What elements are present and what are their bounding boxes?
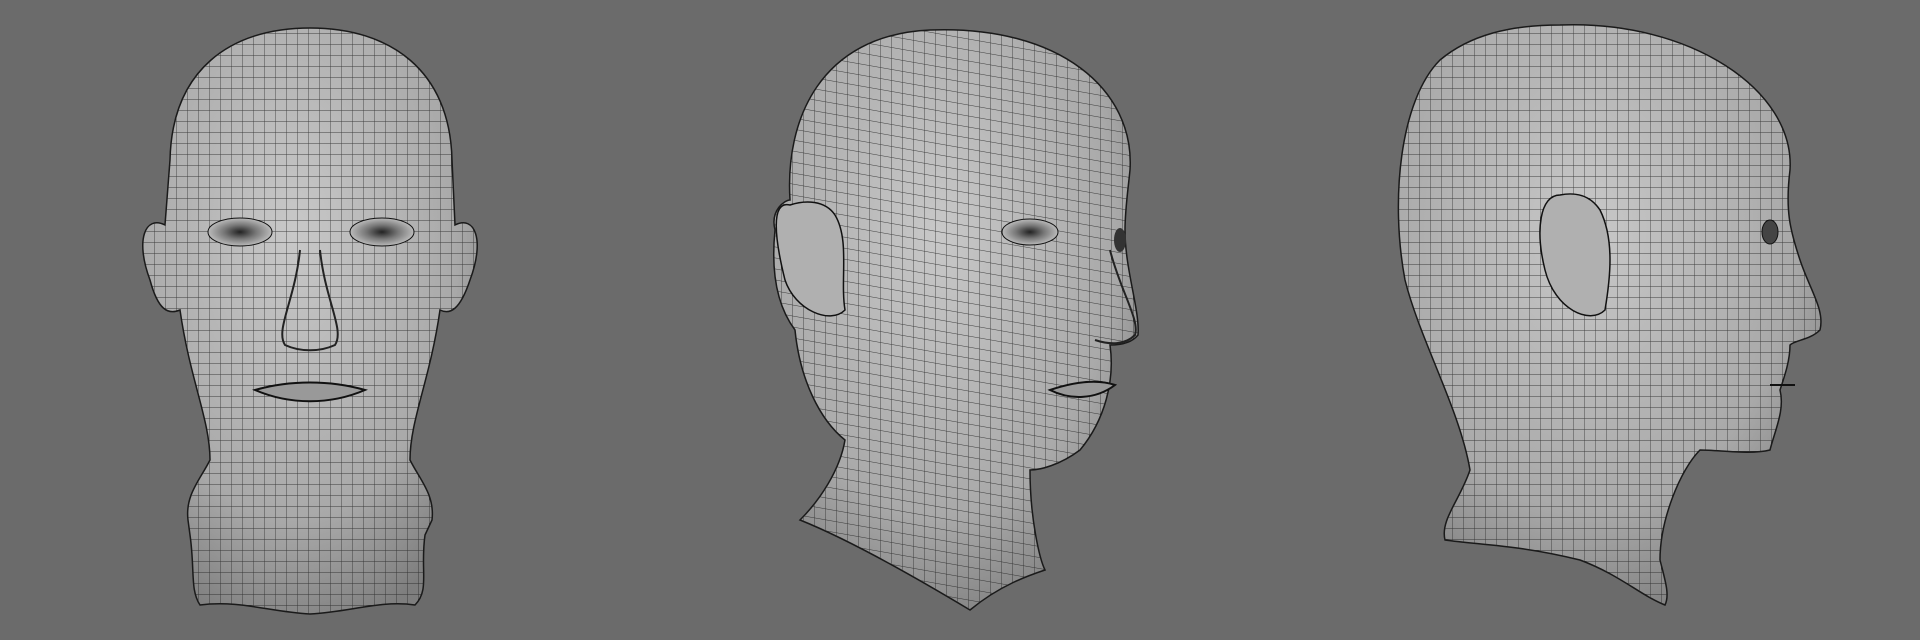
viewport — [142, 24, 1822, 615]
left-eye — [207, 217, 273, 247]
right-eye — [349, 217, 415, 247]
head-three-quarter-view — [772, 29, 1139, 611]
eye — [1761, 219, 1779, 245]
eye — [1001, 218, 1059, 246]
far-eye — [1114, 228, 1126, 252]
head-profile-view — [1397, 24, 1822, 606]
head-front-view — [142, 27, 478, 615]
